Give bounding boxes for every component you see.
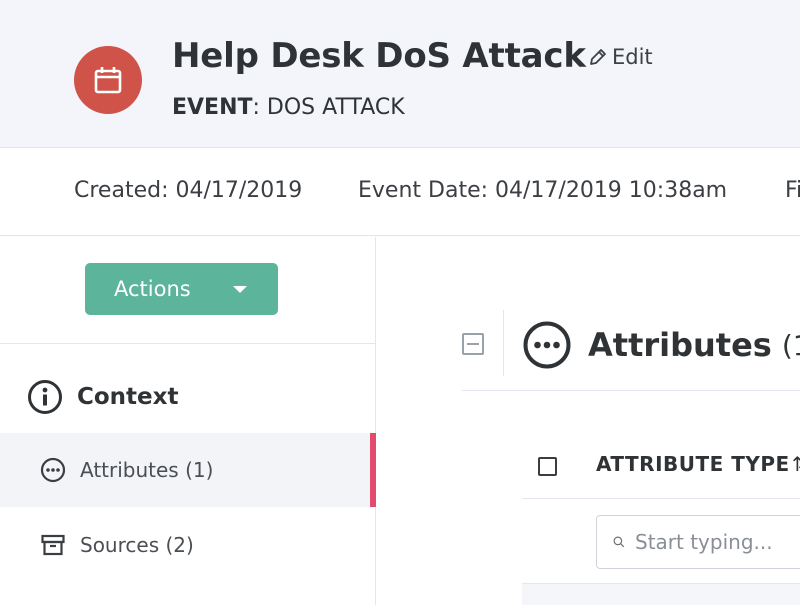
search-input[interactable] [635,530,800,554]
column-header-attribute-type[interactable]: ATTRIBUTE TYPE [596,452,790,476]
calendar-icon [74,46,142,114]
event-header: Help Desk DoS Attack Edit EVENT: DOS ATT… [0,0,800,148]
caret-down-icon [233,286,247,293]
actions-label: Actions [114,277,191,301]
table-row [522,583,800,605]
context-title: Context [77,384,179,410]
pencil-icon [590,49,606,65]
attributes-heading: Attributes (1) [522,320,800,370]
sidebar-item-sources[interactable]: Sources (2) [0,508,376,582]
event-type: EVENT: DOS ATTACK [172,95,405,120]
sidebar-item-label: Attributes (1) [80,458,214,482]
edit-label: Edit [612,45,653,69]
truncated-meta: Fi [785,178,800,203]
select-all-checkbox[interactable] [538,457,557,476]
context-heading: Context [27,379,178,415]
sidebar-item-label: Sources (2) [80,533,194,557]
info-icon [28,380,62,414]
collapse-toggle[interactable] [462,333,484,355]
actions-dropdown-button[interactable]: Actions [85,263,278,315]
attributes-count: (1) [781,328,800,362]
edit-button[interactable]: Edit [588,45,653,69]
table-header-divider [522,498,800,499]
sidebar-item-attributes[interactable]: Attributes (1) [0,433,376,507]
archive-box-icon [41,534,65,556]
vertical-divider [503,310,504,376]
sidebar-divider [0,343,376,344]
column-filter-search[interactable] [596,515,800,569]
attributes-title: Attributes [588,326,772,364]
minus-icon [467,343,479,345]
event-type-label: EVENT [172,95,253,120]
section-divider [462,390,800,391]
event-type-value: : DOS ATTACK [252,95,405,120]
ellipsis-circle-icon [40,457,66,483]
created-date: Created: 04/17/2019 [74,178,303,203]
page-title: Help Desk DoS Attack [172,36,586,76]
ellipsis-circle-icon [523,321,571,369]
active-indicator [370,433,376,507]
search-icon [613,536,625,548]
sort-icon[interactable]: ⇅ [792,452,800,476]
event-date: Event Date: 04/17/2019 10:38am [358,178,728,203]
